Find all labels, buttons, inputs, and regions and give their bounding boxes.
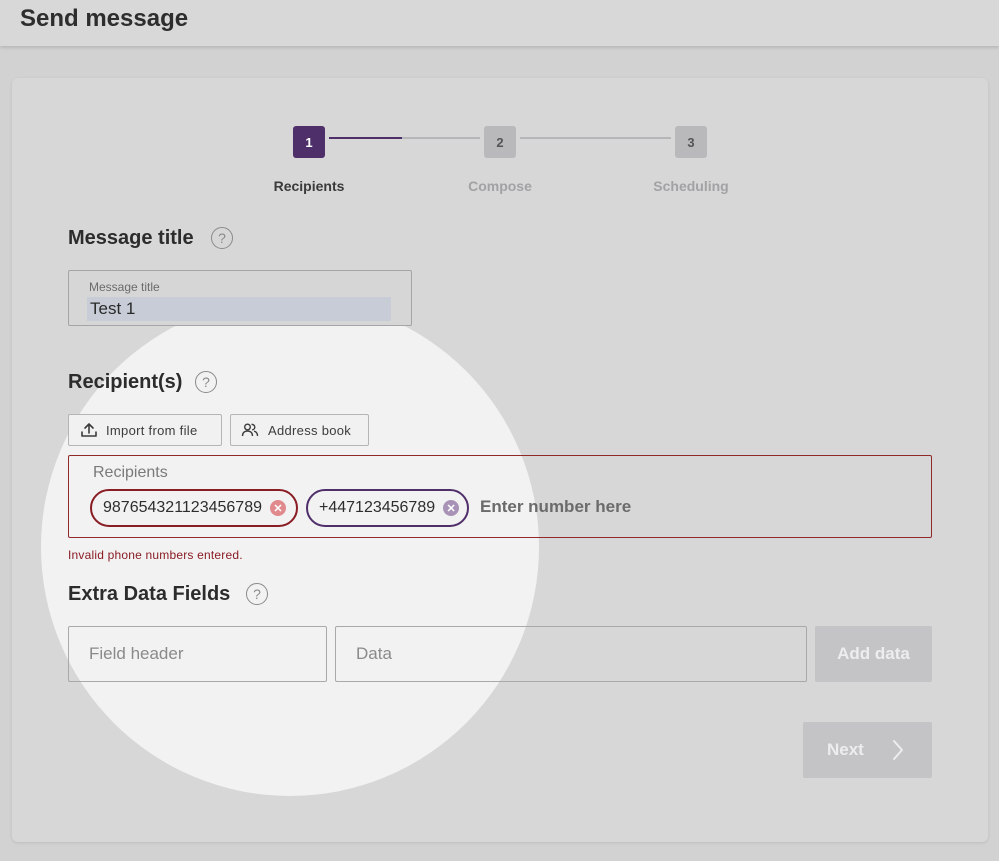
recipient-number-input[interactable]: Enter number here bbox=[480, 497, 631, 517]
recipients-field-label: Recipients bbox=[93, 464, 168, 481]
recipient-chip-invalid[interactable]: 987654321123456789 ✕ bbox=[90, 489, 298, 527]
recipients-error-message: Invalid phone numbers entered. bbox=[68, 548, 243, 562]
recipients-heading: Recipient(s) bbox=[68, 371, 183, 393]
extra-data-fields-heading: Extra Data Fields bbox=[68, 583, 231, 605]
people-icon bbox=[241, 423, 259, 437]
step-connector bbox=[402, 137, 480, 139]
chevron-right-icon bbox=[893, 740, 903, 760]
top-bar: Send message bbox=[0, 0, 999, 46]
message-title-field[interactable]: Message title Test 1 bbox=[68, 270, 412, 326]
import-from-file-label: Import from file bbox=[106, 422, 198, 438]
recipient-chip-number: +447123456789 bbox=[319, 499, 436, 516]
remove-chip-icon[interactable]: ✕ bbox=[443, 500, 460, 516]
step-1-label: Recipients bbox=[273, 178, 345, 194]
import-from-file-button[interactable]: Import from file bbox=[68, 414, 222, 446]
address-book-label: Address book bbox=[268, 422, 352, 438]
message-title-input[interactable]: Test 1 bbox=[87, 297, 391, 321]
step-connector-progress bbox=[329, 137, 402, 139]
recipient-chip-number: 987654321123456789 bbox=[103, 499, 262, 516]
field-header-input[interactable]: Field header bbox=[68, 626, 327, 682]
step-connector bbox=[520, 137, 671, 139]
recipients-field[interactable]: Recipients 987654321123456789 ✕ +4471234… bbox=[68, 455, 932, 538]
step-1-indicator[interactable]: 1 bbox=[293, 126, 325, 158]
address-book-button[interactable]: Address book bbox=[230, 414, 369, 446]
step-2-indicator[interactable]: 2 bbox=[484, 126, 516, 158]
help-icon[interactable]: ? bbox=[195, 371, 217, 393]
add-data-button[interactable]: Add data bbox=[815, 626, 932, 682]
upload-icon bbox=[81, 423, 97, 437]
step-3-indicator[interactable]: 3 bbox=[675, 126, 707, 158]
recipient-chip[interactable]: +447123456789 ✕ bbox=[306, 489, 469, 527]
step-3-label: Scheduling bbox=[653, 178, 729, 194]
page-title: Send message bbox=[20, 5, 189, 32]
next-button[interactable]: Next bbox=[803, 722, 932, 778]
message-title-heading: Message title bbox=[68, 227, 194, 249]
remove-chip-icon[interactable]: ✕ bbox=[269, 500, 286, 516]
step-2-label: Compose bbox=[468, 178, 532, 194]
message-title-field-label: Message title bbox=[89, 280, 160, 294]
help-icon[interactable]: ? bbox=[211, 227, 233, 249]
help-icon[interactable]: ? bbox=[246, 583, 268, 605]
next-button-label: Next bbox=[827, 740, 864, 759]
data-input[interactable]: Data bbox=[335, 626, 807, 682]
